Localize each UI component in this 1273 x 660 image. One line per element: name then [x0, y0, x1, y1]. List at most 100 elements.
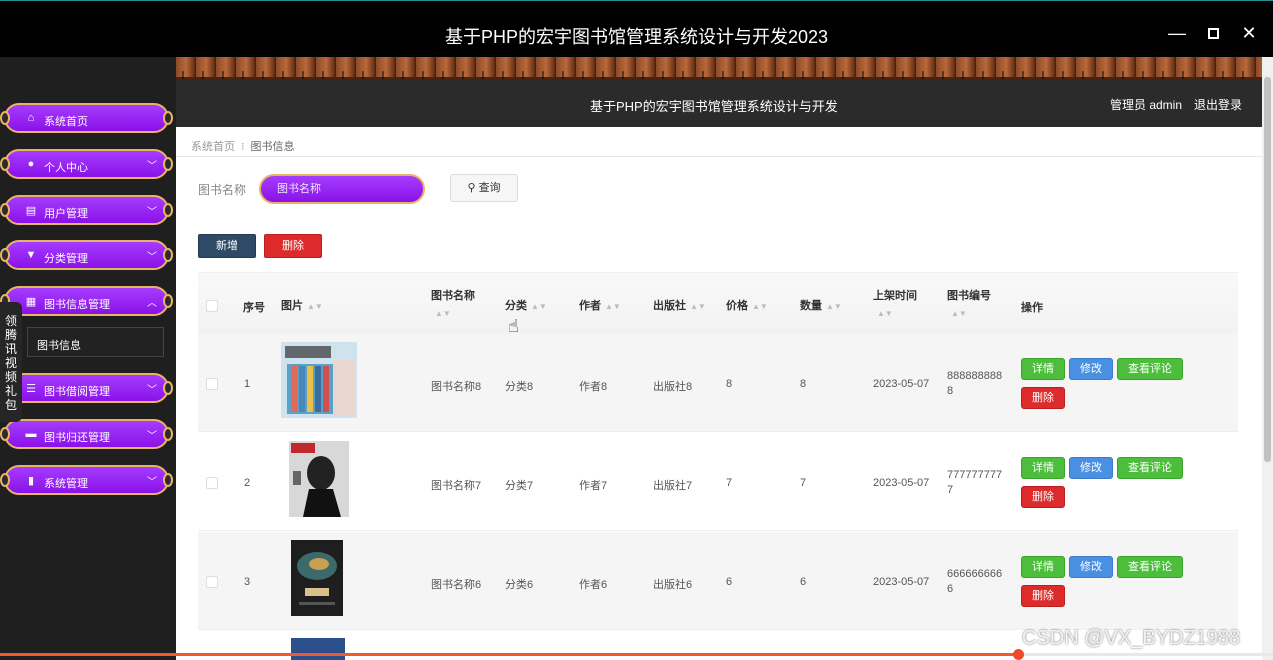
row-index: 1 — [244, 378, 251, 390]
row-category: 分类8 — [505, 381, 534, 393]
row-code: 777777777 7 — [947, 469, 1002, 496]
select-all-checkbox[interactable] — [206, 300, 218, 312]
row-checkbox[interactable] — [206, 576, 218, 588]
row-code-line2: 7 — [947, 484, 954, 496]
search-icon: ⚲ — [467, 182, 476, 194]
sidebar-item-book-info[interactable]: ▦ 图书信息管理 ︿ — [0, 286, 173, 316]
menu-knob-right — [163, 248, 173, 262]
sidebar-item-label: 图书信息管理 — [44, 299, 110, 311]
sidebar-item-home[interactable]: ⌂ 系统首页 — [0, 103, 173, 133]
header-price[interactable]: 价格 ▲▼ — [726, 297, 768, 313]
sidebar-item-system[interactable]: ▮ 系统管理 ﹀ — [0, 465, 173, 495]
delete-button[interactable]: 删除 — [1021, 486, 1065, 508]
sidebar-item-return[interactable]: ▬ 图书归还管理 ﹀ — [0, 419, 173, 449]
row-author: 作者6 — [579, 579, 608, 591]
header-name[interactable]: 图书名称 — [431, 287, 475, 303]
edit-button[interactable]: 修改 — [1069, 556, 1113, 578]
progress-handle[interactable] — [1013, 649, 1025, 660]
video-gift-tab[interactable]: 领腾讯视频礼包 — [0, 302, 22, 422]
clipboard-icon: ▤ — [25, 205, 37, 217]
sort-icon: ▲▼ — [951, 309, 967, 318]
view-comments-button[interactable]: 查看评论 — [1117, 358, 1183, 380]
menu-knob-right — [163, 427, 173, 441]
menu-knob-right — [163, 294, 173, 308]
delete-button[interactable]: 删除 — [1021, 387, 1065, 409]
edit-button[interactable]: 修改 — [1069, 358, 1113, 380]
table-header: 序号 图片 ▲▼ 图书名称 ▲▼ 分类 ▲▼ 作者 ▲▼ 出版社 ▲▼ 价格 ▲▼ 数量 ▲… — [198, 272, 1238, 334]
row-date: 2023-05-07 — [873, 378, 930, 390]
breadcrumb-home[interactable]: 系统首页 — [191, 141, 235, 153]
window-titlebar: 基于PHP的宏宇图书馆管理系统设计与开发2023 — ✕ — [0, 0, 1273, 57]
row-publisher: 出版社8 — [653, 381, 693, 393]
book-cover-art — [289, 441, 349, 517]
video-progress-bar[interactable] — [0, 649, 1273, 660]
submenu-item-book-info[interactable]: 图书信息 — [27, 327, 164, 357]
logout-link[interactable]: 退出登录 — [1194, 96, 1242, 113]
menu-knob-left — [0, 203, 10, 217]
detail-button[interactable]: 详情 — [1021, 358, 1065, 380]
sidebar-item-label: 图书归还管理 — [44, 432, 110, 444]
detail-button[interactable]: 详情 — [1021, 556, 1065, 578]
minimize-button[interactable]: — — [1165, 21, 1189, 45]
book-cover-image[interactable] — [281, 441, 357, 517]
header-price-label: 价格 — [726, 300, 748, 312]
vertical-scrollbar[interactable] — [1262, 57, 1273, 660]
breadcrumb: 系统首页 ⁝ 图书信息 — [176, 127, 1262, 157]
header-date[interactable]: 上架时间 — [873, 287, 917, 303]
header-author[interactable]: 作者 ▲▼ — [579, 297, 621, 313]
sort-icon: ▲▼ — [877, 309, 893, 318]
row-code-line1: 666666666 — [947, 568, 1003, 580]
header-publisher[interactable]: 出版社 ▲▼ — [653, 297, 706, 313]
row-date: 2023-05-07 — [873, 477, 930, 489]
row-checkbox[interactable] — [206, 477, 218, 489]
sidebar-item-borrow[interactable]: ☰ 图书借阅管理 ﹀ — [0, 373, 173, 403]
sidebar-item-label: 分类管理 — [44, 253, 88, 265]
sidebar-item-profile[interactable]: ● 个人中心 ﹀ — [0, 149, 173, 179]
row-price: 8 — [726, 378, 733, 390]
table-row: 3 图书名称6 分类6 作者6 出版社6 6 6 2023-05-07 6666… — [198, 532, 1238, 630]
scrollbar-thumb[interactable] — [1264, 77, 1271, 462]
book-cover-image[interactable] — [281, 540, 357, 616]
row-checkbox[interactable] — [206, 378, 218, 390]
close-button[interactable]: ✕ — [1237, 21, 1261, 45]
main-header: 基于PHP的宏宇图书馆管理系统设计与开发 管理员 admin 退出登录 — [176, 57, 1262, 127]
row-code-line1: 888888888 — [947, 370, 1003, 382]
search-label: 图书名称 — [198, 183, 247, 197]
sort-icon: ▲▼ — [531, 302, 547, 311]
header-image[interactable]: 图片 ▲▼ — [281, 297, 323, 313]
batch-delete-button[interactable]: 删除 — [264, 234, 322, 258]
search-input[interactable] — [259, 174, 425, 204]
menu-knob-left — [0, 427, 10, 441]
header-publisher-label: 出版社 — [653, 300, 686, 312]
header-quantity[interactable]: 数量 ▲▼ — [800, 297, 842, 313]
header-author-label: 作者 — [579, 300, 601, 312]
roof-tiles-shadow — [176, 71, 1262, 79]
menu-knob-left — [0, 157, 10, 171]
sidebar-item-categories[interactable]: ▼ 分类管理 ﹀ — [0, 240, 173, 270]
row-index: 3 — [244, 576, 251, 588]
chevron-down-icon: ﹀ — [147, 477, 157, 488]
row-code-line2: 6 — [947, 583, 954, 595]
filter-icon: ▼ — [25, 249, 37, 261]
view-comments-button[interactable]: 查看评论 — [1117, 457, 1183, 479]
chevron-down-icon: ﹀ — [147, 252, 157, 263]
maximize-button[interactable] — [1201, 21, 1225, 45]
sidebar: ⌂ 系统首页 ● 个人中心 ﹀ ▤ 用户管理 ﹀ ▼ 分类管理 ﹀ ▦ 图书信息… — [0, 57, 176, 660]
delete-button[interactable]: 删除 — [1021, 585, 1065, 607]
header-category[interactable]: 分类 ▲▼ — [505, 297, 547, 313]
book-cover-image[interactable] — [291, 638, 345, 660]
row-category: 分类7 — [505, 480, 534, 492]
sidebar-item-users[interactable]: ▤ 用户管理 ﹀ — [0, 195, 173, 225]
book-cover-image[interactable] — [281, 342, 357, 418]
chevron-down-icon: ﹀ — [147, 431, 157, 442]
menu-knob-right — [163, 473, 173, 487]
row-code-line1: 777777777 — [947, 469, 1003, 481]
search-button[interactable]: ⚲ 查询 — [450, 174, 518, 202]
detail-button[interactable]: 详情 — [1021, 457, 1065, 479]
add-button[interactable]: 新增 — [198, 234, 256, 258]
view-comments-button[interactable]: 查看评论 — [1117, 556, 1183, 578]
edit-button[interactable]: 修改 — [1069, 457, 1113, 479]
sort-icon: ▲▼ — [826, 302, 842, 311]
grid-icon: ▦ — [25, 296, 37, 308]
header-code[interactable]: 图书编号 — [947, 287, 991, 303]
